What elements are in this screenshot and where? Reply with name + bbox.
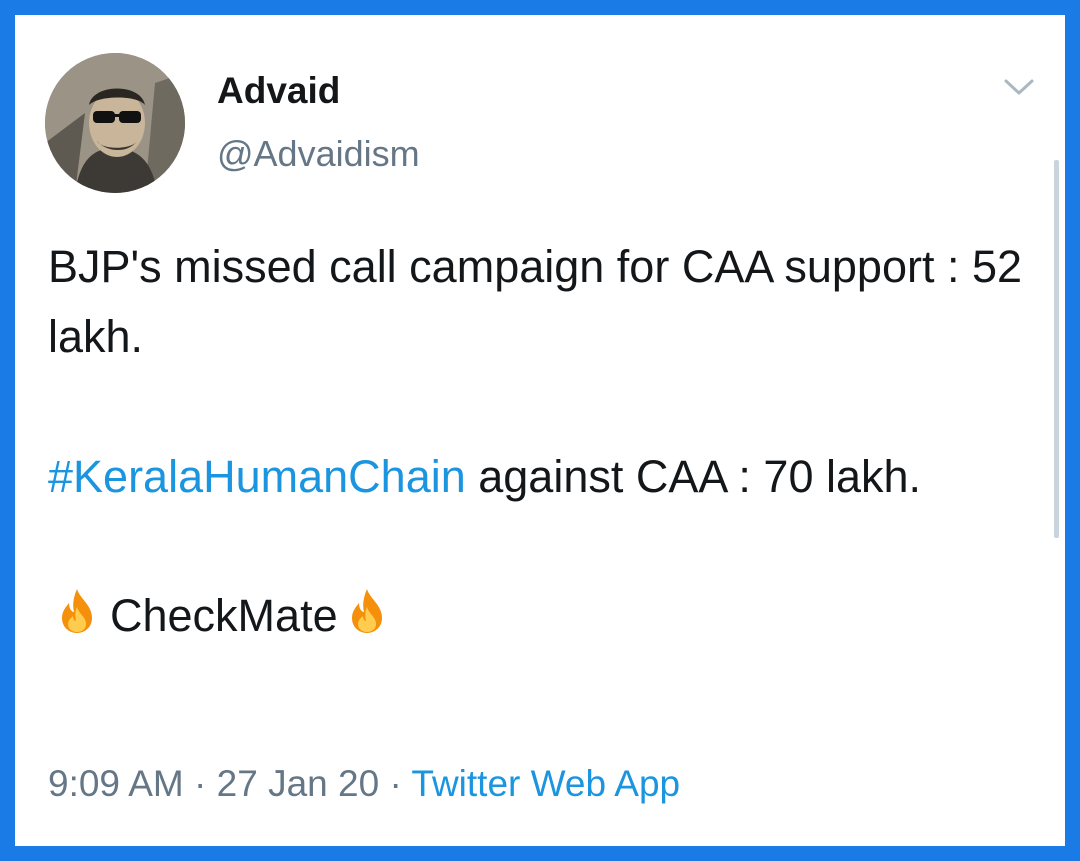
tweet-date[interactable]: 27 Jan 20 — [217, 763, 380, 804]
chevron-down-icon[interactable] — [1003, 77, 1035, 97]
tweet-line-2-text: against CAA : 70 lakh. — [465, 450, 922, 502]
fire-icon — [56, 585, 98, 634]
hashtag-link[interactable]: #KeralaHumanChain — [48, 451, 466, 502]
tweet-meta: 9:09 AM · 27 Jan 20 · Twitter Web App — [48, 763, 680, 805]
author-name[interactable]: Advaid — [217, 70, 340, 112]
separator: · — [183, 763, 217, 804]
tweet-source-link[interactable]: Twitter Web App — [411, 763, 680, 804]
closing-text: CheckMate — [110, 590, 338, 642]
separator: · — [379, 763, 412, 804]
author-handle[interactable]: @Advaidism — [217, 133, 420, 175]
avatar[interactable] — [45, 53, 185, 193]
tweet-line-2: #KeralaHumanChain against CAA : 70 lakh. — [48, 442, 1038, 512]
tweet-line-1: BJP's missed call campaign for CAA suppo… — [48, 241, 1023, 362]
scrollbar[interactable] — [1054, 160, 1059, 538]
tweet-line-3: CheckMate — [48, 581, 1038, 651]
fire-icon — [346, 585, 388, 634]
tweet-time[interactable]: 9:09 AM — [48, 763, 184, 804]
tweet-card: Advaid @Advaidism BJP's missed call camp… — [15, 15, 1065, 846]
tweet-text: BJP's missed call campaign for CAA suppo… — [48, 232, 1038, 651]
